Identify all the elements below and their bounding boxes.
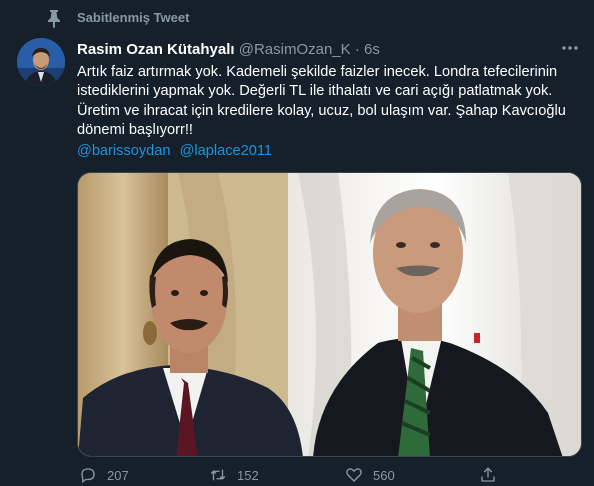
like-button[interactable]: 560 [345, 466, 395, 484]
reply-button[interactable]: 207 [79, 466, 129, 484]
tweet-photo[interactable] [77, 172, 582, 457]
retweet-count: 152 [237, 467, 259, 483]
tweet-mentions: @barissoydan @laplace2011 [77, 142, 277, 161]
avatar[interactable] [17, 38, 65, 86]
retweet-icon [210, 469, 226, 481]
reply-count: 207 [107, 467, 129, 483]
mention-link-barissoydan[interactable]: @barissoydan [77, 143, 171, 159]
share-icon [481, 467, 495, 482]
pin-icon [44, 8, 64, 29]
more-options-icon[interactable] [559, 39, 581, 57]
tweet-actions: 207 152 560 [77, 466, 582, 486]
photo-of-two-men [78, 173, 581, 456]
like-count: 560 [373, 467, 395, 483]
pinned-label: Sabitlenmiş Tweet [77, 10, 190, 25]
retweet-button[interactable]: 152 [209, 466, 259, 484]
heart-icon [346, 468, 362, 482]
author-handle[interactable]: @RasimOzan_K [239, 41, 351, 58]
tweet-header: Rasim Ozan Kütahyalı @RasimOzan_K · 6s [77, 41, 574, 61]
mention-link-laplace2011[interactable]: @laplace2011 [180, 143, 272, 159]
reply-icon [81, 468, 95, 484]
author-name[interactable]: Rasim Ozan Kütahyalı [77, 41, 235, 58]
tweet-text: Artık faiz artırmak yok. Kademeli şekild… [77, 64, 566, 139]
separator-dot: · [354, 41, 360, 58]
share-button[interactable] [479, 466, 497, 484]
tweet-time[interactable]: 6s [364, 41, 380, 58]
